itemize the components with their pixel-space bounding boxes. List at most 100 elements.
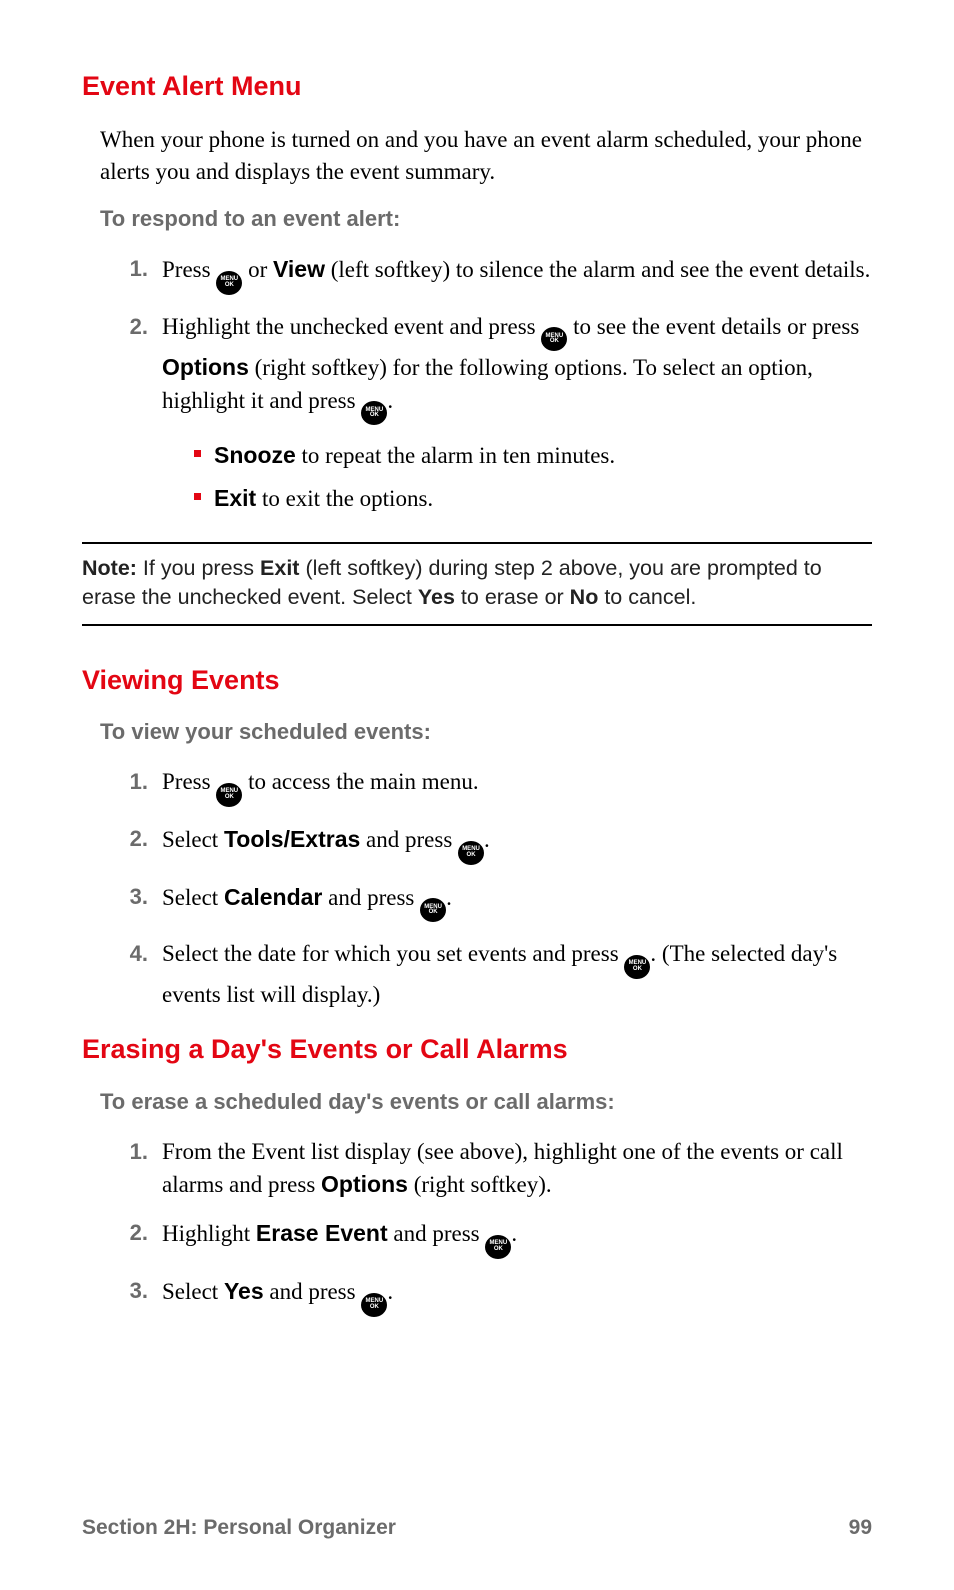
- bold-label: Yes: [418, 585, 455, 609]
- bold-label: Tools/Extras: [224, 826, 360, 852]
- menu-ok-icon: MENUOK: [420, 898, 446, 922]
- step-text: Select the date for which you set events…: [162, 938, 872, 1011]
- intro-text: When your phone is turned on and you hav…: [100, 124, 872, 188]
- text: Highlight the unchecked event and press: [162, 314, 541, 339]
- bold-label: Erase Event: [256, 1220, 388, 1246]
- menu-ok-icon: MENUOK: [541, 327, 567, 351]
- text: and press: [322, 885, 420, 910]
- text: and press: [388, 1221, 486, 1246]
- note-label: Note:: [82, 556, 143, 580]
- menu-ok-icon: MENUOK: [361, 401, 387, 425]
- menu-ok-icon: MENUOK: [216, 783, 242, 807]
- text: to exit the options.: [256, 486, 433, 511]
- text: .: [387, 388, 393, 413]
- step-text: Press MENUOK to access the main menu.: [162, 766, 872, 807]
- step-text: Select Tools/Extras and press MENUOK.: [162, 823, 872, 865]
- step-text: Select Yes and press MENUOK.: [162, 1275, 872, 1317]
- section-viewing-events: Viewing Events To view your scheduled ev…: [82, 662, 872, 1012]
- bullet-text: Snooze to repeat the alarm in ten minute…: [214, 439, 615, 472]
- list-item: 2. Select Tools/Extras and press MENUOK.: [124, 823, 872, 865]
- list-item: 1. Press MENUOK or View (left softkey) t…: [124, 253, 872, 295]
- bold-label: Yes: [224, 1278, 264, 1304]
- text: Select the date for which you set events…: [162, 941, 624, 966]
- text: .: [446, 885, 452, 910]
- sub-heading: To respond to an event alert:: [100, 204, 872, 235]
- step-number: 3.: [124, 1275, 162, 1307]
- heading-event-alert: Event Alert Menu: [82, 68, 872, 106]
- list-item: 2. Highlight the unchecked event and pre…: [124, 311, 872, 526]
- list-item: Exit to exit the options.: [194, 482, 872, 515]
- heading-erasing: Erasing a Day's Events or Call Alarms: [82, 1031, 872, 1069]
- bullets-list: Snooze to repeat the alarm in ten minute…: [194, 439, 872, 515]
- bold-label: Calendar: [224, 884, 322, 910]
- step-number: 2.: [124, 823, 162, 855]
- page-number: 99: [849, 1513, 872, 1542]
- step-text: Select Calendar and press MENUOK.: [162, 881, 872, 923]
- text: or: [242, 257, 273, 282]
- text: .: [484, 827, 490, 852]
- steps-list: 1. From the Event list display (see abov…: [124, 1136, 872, 1317]
- text: If you press: [143, 556, 260, 580]
- steps-list: 1. Press MENUOK or View (left softkey) t…: [124, 253, 872, 526]
- step-number: 1.: [124, 253, 162, 285]
- list-item: 2. Highlight Erase Event and press MENUO…: [124, 1217, 872, 1259]
- page-footer: Section 2H: Personal Organizer 99: [82, 1513, 872, 1542]
- section-erasing-events: Erasing a Day's Events or Call Alarms To…: [82, 1031, 872, 1316]
- menu-ok-icon: MENUOK: [485, 1235, 511, 1259]
- step-number: 4.: [124, 938, 162, 970]
- text: (right softkey) for the following option…: [162, 355, 813, 412]
- bullet-square-icon: [194, 450, 201, 457]
- list-item: 3. Select Yes and press MENUOK.: [124, 1275, 872, 1317]
- text: to repeat the alarm in ten minutes.: [296, 443, 615, 468]
- list-item: 1. Press MENUOK to access the main menu.: [124, 766, 872, 807]
- menu-ok-icon: MENUOK: [624, 955, 650, 979]
- text: to see the event details or press: [567, 314, 859, 339]
- list-item: 3. Select Calendar and press MENUOK.: [124, 881, 872, 923]
- text: Highlight: [162, 1221, 256, 1246]
- footer-section-label: Section 2H: Personal Organizer: [82, 1513, 396, 1542]
- step-number: 1.: [124, 766, 162, 798]
- text: and press: [264, 1279, 362, 1304]
- list-item: Snooze to repeat the alarm in ten minute…: [194, 439, 872, 472]
- text: Press: [162, 257, 216, 282]
- text: Press: [162, 769, 216, 794]
- text: to access the main menu.: [242, 769, 478, 794]
- list-item: 1. From the Event list display (see abov…: [124, 1136, 872, 1201]
- text: Select: [162, 1279, 224, 1304]
- bold-label: No: [570, 585, 599, 609]
- heading-viewing-events: Viewing Events: [82, 662, 872, 700]
- note-box: Note: If you press Exit (left softkey) d…: [82, 542, 872, 626]
- bold-label: Exit: [260, 556, 299, 580]
- menu-ok-icon: MENUOK: [458, 841, 484, 865]
- step-text: From the Event list display (see above),…: [162, 1136, 872, 1201]
- sub-heading: To erase a scheduled day's events or cal…: [100, 1087, 872, 1118]
- bold-label: Exit: [214, 485, 256, 511]
- step-number: 2.: [124, 311, 162, 343]
- bullet-text: Exit to exit the options.: [214, 482, 433, 515]
- bold-label: Options: [162, 354, 249, 380]
- sub-heading: To view your scheduled events:: [100, 717, 872, 748]
- step-number: 2.: [124, 1217, 162, 1249]
- menu-ok-icon: MENUOK: [361, 1293, 387, 1317]
- text: Select: [162, 885, 224, 910]
- text: to erase or: [455, 585, 570, 609]
- step-text: Highlight Erase Event and press MENUOK.: [162, 1217, 872, 1259]
- step-number: 3.: [124, 881, 162, 913]
- step-number: 1.: [124, 1136, 162, 1168]
- text: Select: [162, 827, 224, 852]
- bold-label: Options: [321, 1171, 408, 1197]
- text: .: [511, 1221, 517, 1246]
- steps-list: 1. Press MENUOK to access the main menu.…: [124, 766, 872, 1011]
- text: (left softkey) to silence the alarm and …: [325, 257, 870, 282]
- section-event-alert-menu: Event Alert Menu When your phone is turn…: [82, 68, 872, 526]
- bold-label: View: [273, 256, 325, 282]
- text: .: [387, 1279, 393, 1304]
- step-text: Press MENUOK or View (left softkey) to s…: [162, 253, 872, 295]
- text: and press: [360, 827, 458, 852]
- list-item: 4. Select the date for which you set eve…: [124, 938, 872, 1011]
- step-text: Highlight the unchecked event and press …: [162, 311, 872, 526]
- bold-label: Snooze: [214, 442, 296, 468]
- text: to cancel.: [598, 585, 696, 609]
- bullet-square-icon: [194, 493, 201, 500]
- menu-ok-icon: MENUOK: [216, 271, 242, 295]
